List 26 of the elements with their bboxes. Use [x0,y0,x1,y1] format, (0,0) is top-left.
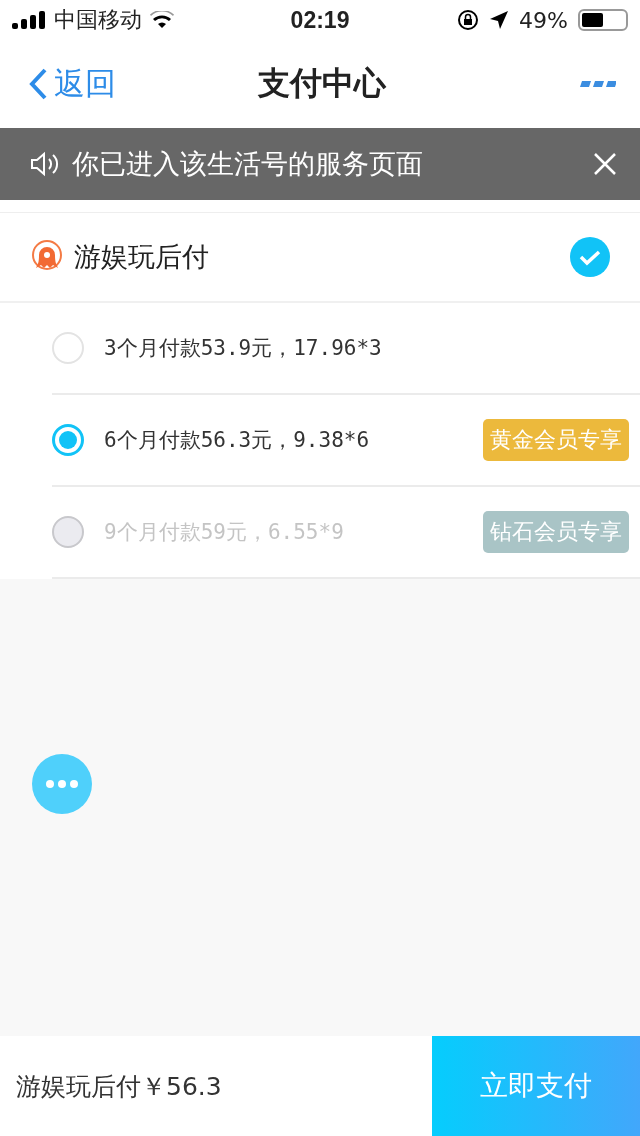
installment-option: 6个月付款56.3元，9.38*6 [104,426,463,454]
toast-text: 你已进入该生活号的服务页面 [72,147,424,181]
installment-option: 9个月付款59元，6.55*9 [104,518,463,546]
location-icon [489,10,510,30]
battery-icon [578,9,628,31]
more-icon[interactable] [580,80,616,88]
back-button[interactable]: 返回 [28,63,258,105]
payment-method-name: 游娱玩后付 [74,240,210,274]
carrier-name: 中国移动 [54,6,142,34]
back-icon [28,67,48,101]
member-tag: 黄金会员专享 [483,419,629,461]
member-tag: 钻石会员专享 [483,511,629,553]
page-title: 支付中心 [258,63,386,104]
rotation-lock-icon [457,9,480,31]
status-time: 02:19 [290,6,350,34]
battery-percent: 49% [519,7,568,33]
close-icon[interactable] [594,153,616,175]
installment-option: 3个月付款53.9元，17.96*3 [104,334,629,362]
wifi-icon [150,11,174,29]
pay-button[interactable]: 立即支付 [432,1036,640,1136]
more-button[interactable] [32,754,92,814]
check-icon[interactable] [570,237,610,277]
order-summary: 游娱玩后付￥56.3 [15,1070,223,1103]
speaker-icon [30,151,60,177]
radio-button[interactable] [52,424,84,456]
signal-icon [12,11,46,29]
